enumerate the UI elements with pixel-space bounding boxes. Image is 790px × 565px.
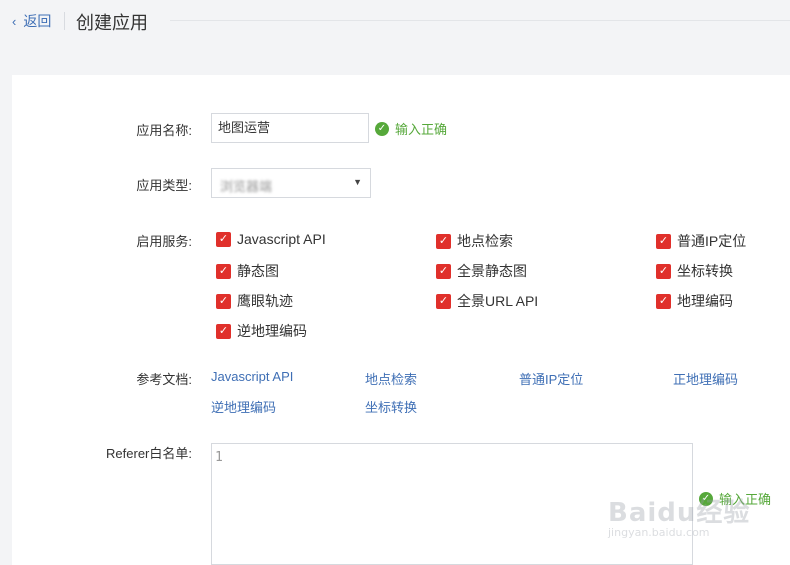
services-label: 启用服务: <box>136 234 192 249</box>
app-type-value: 浏览器端 <box>220 179 273 194</box>
referer-status-text: 输入正确 <box>719 492 772 507</box>
checkbox-checked-icon: ✓ <box>216 263 231 279</box>
top-bar: ‹ 返回 创建应用 <box>0 0 790 42</box>
service-label: 逆地理编码 <box>237 323 307 339</box>
caret-down-icon: ▼ <box>353 177 362 187</box>
checkbox-checked-icon: ✓ <box>436 293 451 309</box>
service-label: 普通IP定位 <box>677 233 747 249</box>
checkbox-checked-icon: ✓ <box>216 293 231 309</box>
checkbox-checked-icon: ✓ <box>216 231 231 247</box>
service-checkbox-reverse-geocoding[interactable]: ✓ 逆地理编码 <box>216 321 307 341</box>
doc-link-geocoding[interactable]: 正地理编码 <box>673 369 738 388</box>
service-checkbox-place-search[interactable]: ✓ 地点检索 <box>436 231 513 251</box>
checkbox-checked-icon: ✓ <box>656 293 671 309</box>
service-label: 鹰眼轨迹 <box>237 293 293 309</box>
service-label: 地理编码 <box>677 293 733 309</box>
service-label: 全景URL API <box>457 293 539 309</box>
header-divider <box>64 12 65 30</box>
service-checkbox-panorama-static[interactable]: ✓ 全景静态图 <box>436 261 527 281</box>
service-checkbox-eagle-eye[interactable]: ✓ 鹰眼轨迹 <box>216 291 293 311</box>
doc-link-javascript-api[interactable]: Javascript API <box>211 369 293 384</box>
check-circle-icon: ✓ <box>699 491 713 506</box>
doc-link-ip-location[interactable]: 普通IP定位 <box>519 369 583 388</box>
referer-textarea[interactable]: 1 <box>211 443 693 565</box>
service-checkbox-javascript-api[interactable]: ✓ Javascript API <box>216 231 326 247</box>
checkbox-checked-icon: ✓ <box>216 323 231 339</box>
service-label: 静态图 <box>237 263 279 279</box>
app-name-status: ✓ 输入正确 <box>375 119 447 138</box>
docs-label: 参考文档: <box>136 372 192 387</box>
referer-status: ✓ 输入正确 <box>699 489 771 508</box>
service-label: Javascript API <box>237 231 326 247</box>
doc-link-reverse-geocoding[interactable]: 逆地理编码 <box>211 397 276 416</box>
checkbox-checked-icon: ✓ <box>656 233 671 249</box>
page-title: 创建应用 <box>76 13 148 33</box>
back-link[interactable]: ‹ 返回 <box>12 11 51 31</box>
service-label: 地点检索 <box>457 233 513 249</box>
service-checkbox-coord-convert[interactable]: ✓ 坐标转换 <box>656 261 733 281</box>
app-type-label: 应用类型: <box>136 178 192 193</box>
service-label: 坐标转换 <box>677 263 733 279</box>
app-type-select[interactable]: 浏览器端 ▼ <box>211 168 371 198</box>
checkbox-checked-icon: ✓ <box>436 263 451 279</box>
app-name-status-text: 输入正确 <box>395 122 448 137</box>
app-name-label: 应用名称: <box>136 123 192 138</box>
referer-label: Referer白名单: <box>106 446 192 461</box>
check-circle-icon: ✓ <box>375 121 389 136</box>
app-name-input[interactable]: 地图运营 <box>211 113 369 143</box>
checkbox-checked-icon: ✓ <box>656 263 671 279</box>
doc-link-place-search[interactable]: 地点检索 <box>365 369 417 388</box>
service-checkbox-panorama-url[interactable]: ✓ 全景URL API <box>436 291 538 311</box>
service-checkbox-ip-location[interactable]: ✓ 普通IP定位 <box>656 231 746 251</box>
chevron-left-icon: ‹ <box>12 13 17 29</box>
service-checkbox-geocoding[interactable]: ✓ 地理编码 <box>656 291 733 311</box>
service-label: 全景静态图 <box>457 263 527 279</box>
back-label: 返回 <box>23 13 52 29</box>
checkbox-checked-icon: ✓ <box>436 233 451 249</box>
service-checkbox-static-map[interactable]: ✓ 静态图 <box>216 261 279 281</box>
header-rule <box>170 20 790 21</box>
doc-link-coord-convert[interactable]: 坐标转换 <box>365 397 417 416</box>
